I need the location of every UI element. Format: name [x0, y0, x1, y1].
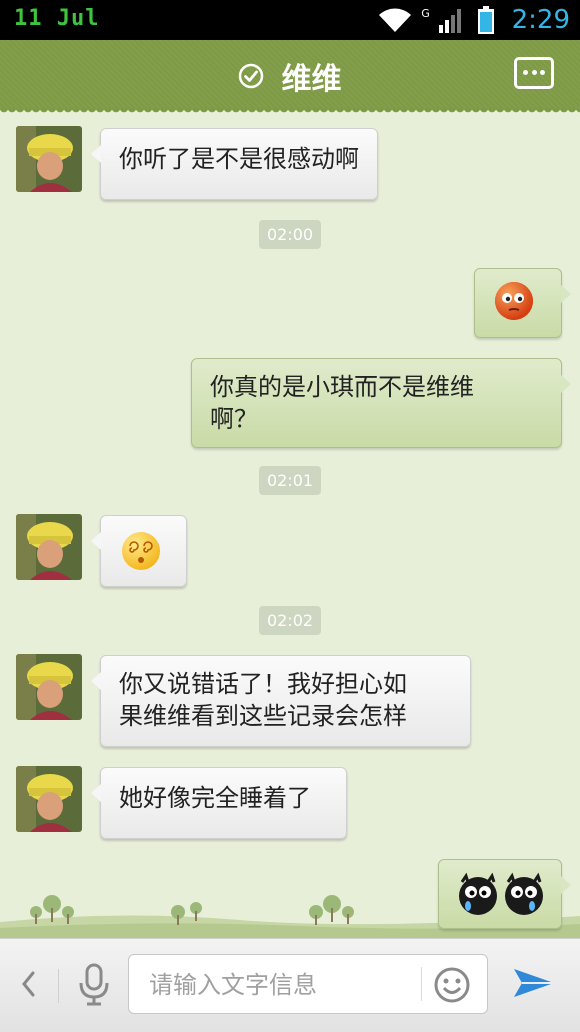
- status-date: 11 Jul: [14, 6, 100, 31]
- message-bubble-incoming[interactable]: [91, 515, 187, 587]
- more-menu-button[interactable]: [514, 57, 554, 89]
- message-list[interactable]: 你听了是不是很感动啊 02:00 你真的是小琪而不是维维 啊？ 02:01 02…: [0, 108, 580, 938]
- timestamp: 02:00: [0, 220, 580, 249]
- more-menu-dot: [540, 70, 545, 75]
- message-text: 你真的是小琪而不是维维 啊？: [210, 373, 474, 433]
- crying-creatures-icon: [459, 872, 543, 915]
- message-bubble-outgoing[interactable]: 你真的是小琪而不是维维 啊？: [191, 358, 571, 448]
- timestamp-label: 02:02: [258, 606, 322, 635]
- signal-icon: [438, 9, 461, 33]
- message-bubble-incoming[interactable]: 她好像完全睡着了: [91, 767, 347, 839]
- chat-header: 维维: [0, 40, 580, 114]
- input-bar: [0, 938, 580, 1032]
- avatar-photo: [16, 514, 82, 580]
- message-bubble-incoming[interactable]: 你听了是不是很感动啊: [91, 128, 378, 200]
- header-title-wrap: 维维: [0, 54, 580, 98]
- chevron-left-icon[interactable]: [18, 969, 38, 999]
- message-text: 你听了是不是很感动啊: [119, 145, 359, 173]
- status-time: 2:29: [511, 5, 570, 35]
- timestamp-label: 02:00: [258, 220, 322, 249]
- network-type-label: G: [421, 7, 430, 20]
- avatar-photo: [16, 126, 82, 192]
- more-menu-dot: [531, 70, 537, 75]
- more-menu-icon: [523, 70, 528, 75]
- message-bubble-outgoing[interactable]: [438, 859, 571, 929]
- avatar-photo: [16, 766, 82, 832]
- battery-icon: [478, 6, 494, 34]
- message-text: 她好像完全睡着了: [119, 784, 311, 812]
- avatar-photo: [16, 654, 82, 720]
- message-bubble-outgoing[interactable]: [474, 268, 571, 338]
- message-bubble-incoming[interactable]: 你又说错话了！我好担心如 果维维看到这些记录会怎样: [91, 655, 471, 747]
- send-icon[interactable]: [512, 963, 556, 1003]
- status-icons: G: [374, 6, 494, 34]
- status-bar: 11 Jul G 2:29: [0, 0, 580, 40]
- smiley-icon[interactable]: [433, 966, 471, 1004]
- timestamp-label: 02:01: [258, 466, 322, 495]
- avatar[interactable]: [16, 766, 82, 832]
- timestamp: 02:01: [0, 466, 580, 495]
- contact-name: 维维: [281, 62, 342, 97]
- avatar[interactable]: [16, 514, 82, 580]
- divider: [421, 967, 422, 1001]
- blushing-face-icon: [495, 282, 533, 323]
- message-input-box[interactable]: [128, 954, 488, 1014]
- microphone-icon[interactable]: [76, 963, 112, 1007]
- verified-check-icon: [239, 63, 264, 89]
- message-input[interactable]: [147, 965, 411, 1005]
- divider: [58, 969, 59, 1003]
- avatar[interactable]: [16, 126, 82, 192]
- dizzy-face-icon: [122, 532, 160, 570]
- timestamp: 02:02: [0, 606, 580, 635]
- message-text: 你又说错话了！我好担心如 果维维看到这些记录会怎样: [119, 670, 407, 730]
- wifi-icon: [379, 8, 412, 32]
- avatar[interactable]: [16, 654, 82, 720]
